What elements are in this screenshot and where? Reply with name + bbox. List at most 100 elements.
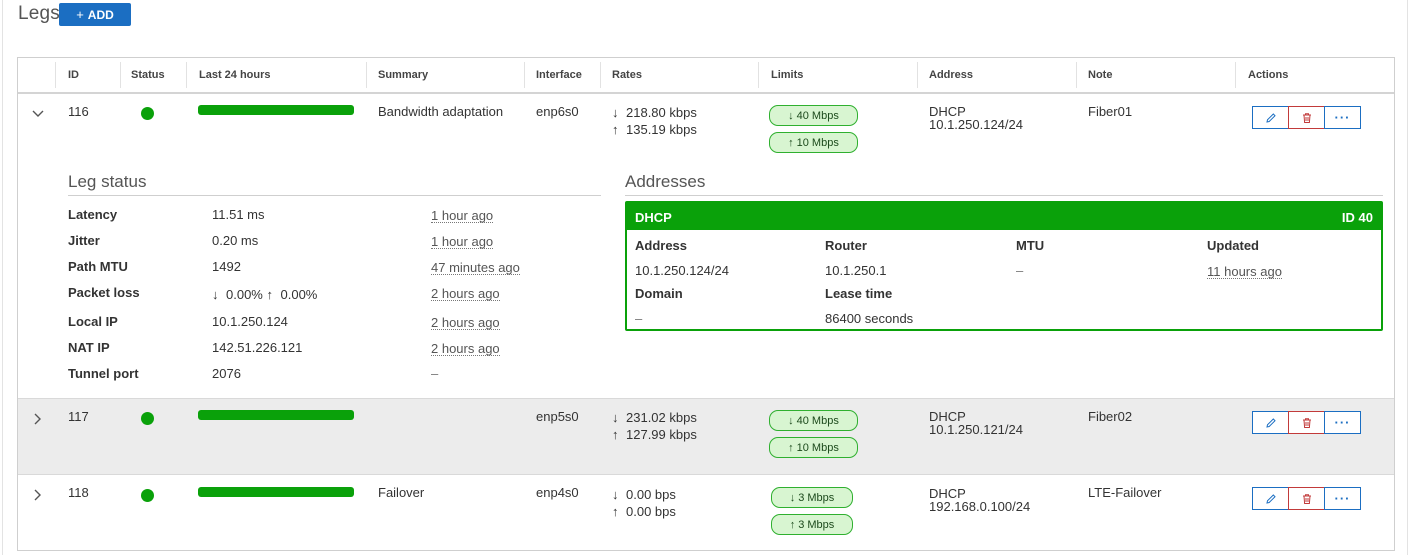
leg-summary: Bandwidth adaptation bbox=[378, 104, 504, 119]
rate-up: 0.00 bps bbox=[626, 504, 676, 519]
column-divider bbox=[600, 62, 601, 88]
legs-table: ID Status Last 24 hours Summary Interfac… bbox=[17, 57, 1395, 551]
column-divider bbox=[55, 62, 56, 88]
column-divider bbox=[524, 62, 525, 88]
down-arrow-icon: ↓ bbox=[612, 487, 619, 502]
packet-loss-value: ↓ 0.00% ↑ 0.00% bbox=[212, 287, 317, 302]
rate-down: 0.00 bps bbox=[626, 487, 676, 502]
column-divider bbox=[758, 62, 759, 88]
leg-status-time: 2 hours ago bbox=[431, 341, 500, 356]
leg-status-value: 2076 bbox=[212, 366, 241, 381]
section-divider bbox=[68, 195, 601, 196]
status-indicator bbox=[141, 489, 154, 502]
column-header-status[interactable]: Status bbox=[131, 58, 165, 92]
edit-button[interactable] bbox=[1252, 106, 1289, 129]
leg-status-time: 2 hours ago bbox=[431, 286, 500, 301]
edit-button[interactable] bbox=[1252, 487, 1289, 510]
rate-down: 218.80 kbps bbox=[626, 105, 697, 120]
address-type-label: DHCP bbox=[635, 210, 672, 225]
column-header-note[interactable]: Note bbox=[1088, 58, 1112, 92]
column-header-interface[interactable]: Interface bbox=[536, 58, 582, 92]
table-row[interactable]: 118 Failover enp4s0 ↓ 0.00 bps ↑ 0.00 bps … bbox=[18, 474, 1394, 550]
ellipsis-icon: ··· bbox=[1334, 414, 1351, 430]
column-header-last-24-hours[interactable]: Last 24 hours bbox=[199, 58, 271, 92]
down-arrow-icon: ↓ bbox=[212, 287, 219, 302]
limit-up-badge: ↑ 10 Mbps bbox=[769, 437, 858, 458]
up-arrow-icon: ↑ bbox=[612, 122, 619, 137]
limit-down-badge: ↓ 3 Mbps bbox=[771, 487, 853, 508]
limit-down-value: 3 Mbps bbox=[798, 491, 835, 504]
leg-interface: enp4s0 bbox=[536, 485, 579, 500]
leg-address: DHCP 10.1.250.124/24 bbox=[929, 105, 1023, 131]
delete-button[interactable] bbox=[1288, 106, 1325, 129]
leg-status-time: 1 hour ago bbox=[431, 234, 494, 249]
column-header-summary[interactable]: Summary bbox=[378, 58, 428, 92]
limit-up-value: 10 Mbps bbox=[796, 441, 839, 454]
limit-down-value: 40 Mbps bbox=[796, 109, 839, 122]
add-leg-button[interactable]: + ADD bbox=[59, 3, 131, 26]
plus-icon: + bbox=[76, 7, 84, 22]
column-header-limits[interactable]: Limits bbox=[771, 58, 803, 92]
limit-up-value: 3 Mbps bbox=[798, 518, 835, 531]
limit-down-badge: ↓ 40 Mbps bbox=[769, 410, 858, 431]
status-indicator bbox=[141, 107, 154, 120]
mtu-field-label: MTU bbox=[1016, 238, 1045, 253]
row-actions: ··· bbox=[1252, 411, 1361, 434]
leg-status-label: Jitter bbox=[68, 233, 100, 248]
edit-button[interactable] bbox=[1252, 411, 1289, 434]
table-row[interactable]: 117 enp5s0 ↓ 231.02 kbps ↑ 127.99 kbps ↓ 40… bbox=[18, 398, 1394, 474]
leg-interface: enp5s0 bbox=[536, 409, 579, 424]
up-arrow-icon: ↑ bbox=[612, 427, 619, 442]
leg-status-value: 11.51 ms bbox=[212, 207, 265, 222]
pencil-icon bbox=[1265, 417, 1276, 428]
column-divider bbox=[917, 62, 918, 88]
leg-status-time: 47 minutes ago bbox=[431, 260, 520, 275]
expand-row-toggle[interactable] bbox=[31, 412, 45, 426]
column-header-rates[interactable]: Rates bbox=[612, 58, 642, 92]
lease-time-field-value: 86400 seconds bbox=[825, 311, 914, 326]
ellipsis-icon: ··· bbox=[1334, 490, 1351, 506]
column-header-address[interactable]: Address bbox=[929, 58, 973, 92]
delete-button[interactable] bbox=[1288, 487, 1325, 510]
leg-status-label: NAT IP bbox=[68, 340, 110, 355]
delete-button[interactable] bbox=[1288, 411, 1325, 434]
leg-id: 117 bbox=[68, 409, 89, 424]
dhcp-card-header: DHCP ID 40 bbox=[627, 203, 1381, 230]
addresses-title: Addresses bbox=[625, 172, 706, 191]
leg-status-time: – bbox=[431, 366, 439, 381]
leg-rates: ↓ 0.00 bps ↑ 0.00 bps bbox=[612, 486, 676, 520]
limit-up-value: 10 Mbps bbox=[796, 136, 839, 149]
router-field-value: 10.1.250.1 bbox=[825, 263, 887, 278]
leg-status-label: Packet loss bbox=[68, 285, 140, 300]
leg-note: LTE-Failover bbox=[1088, 485, 1162, 500]
collapse-row-toggle[interactable] bbox=[31, 107, 45, 121]
column-header-id[interactable]: ID bbox=[68, 58, 79, 92]
updated-field-label: Updated bbox=[1207, 238, 1259, 253]
up-arrow-icon: ↑ bbox=[789, 518, 796, 531]
address-value: 192.168.0.100/24 bbox=[929, 499, 1031, 514]
expand-row-toggle[interactable] bbox=[31, 488, 45, 502]
leg-id: 116 bbox=[68, 104, 89, 119]
more-options-button[interactable]: ··· bbox=[1324, 106, 1361, 129]
column-divider bbox=[1076, 62, 1077, 88]
updated-field-value: 11 hours ago bbox=[1207, 264, 1282, 279]
table-header: ID Status Last 24 hours Summary Interfac… bbox=[18, 58, 1394, 94]
chevron-right-icon bbox=[34, 489, 41, 501]
limit-down-badge: ↓ 40 Mbps bbox=[769, 105, 858, 126]
packet-loss-up: 0.00% bbox=[280, 287, 318, 302]
row-actions: ··· bbox=[1252, 106, 1361, 129]
trash-icon bbox=[1302, 493, 1311, 504]
router-field-label: Router bbox=[825, 238, 867, 253]
leg-status-value: 0.20 ms bbox=[212, 233, 259, 248]
limit-up-badge: ↑ 3 Mbps bbox=[771, 514, 853, 535]
table-row: 116 Bandwidth adaptation enp6s0 ↓ 218.80 … bbox=[18, 95, 1394, 398]
more-options-button[interactable]: ··· bbox=[1324, 411, 1361, 434]
leg-note: Fiber02 bbox=[1088, 409, 1133, 424]
more-options-button[interactable]: ··· bbox=[1324, 487, 1361, 510]
leg-rates: ↓ 218.80 kbps ↑ 135.19 kbps bbox=[612, 104, 697, 138]
leg-status-time: 2 hours ago bbox=[431, 315, 500, 330]
uptime-bar bbox=[198, 487, 354, 497]
uptime-bar bbox=[198, 410, 354, 420]
leg-summary: Failover bbox=[378, 485, 425, 500]
packet-loss-down: 0.00% bbox=[226, 287, 263, 302]
